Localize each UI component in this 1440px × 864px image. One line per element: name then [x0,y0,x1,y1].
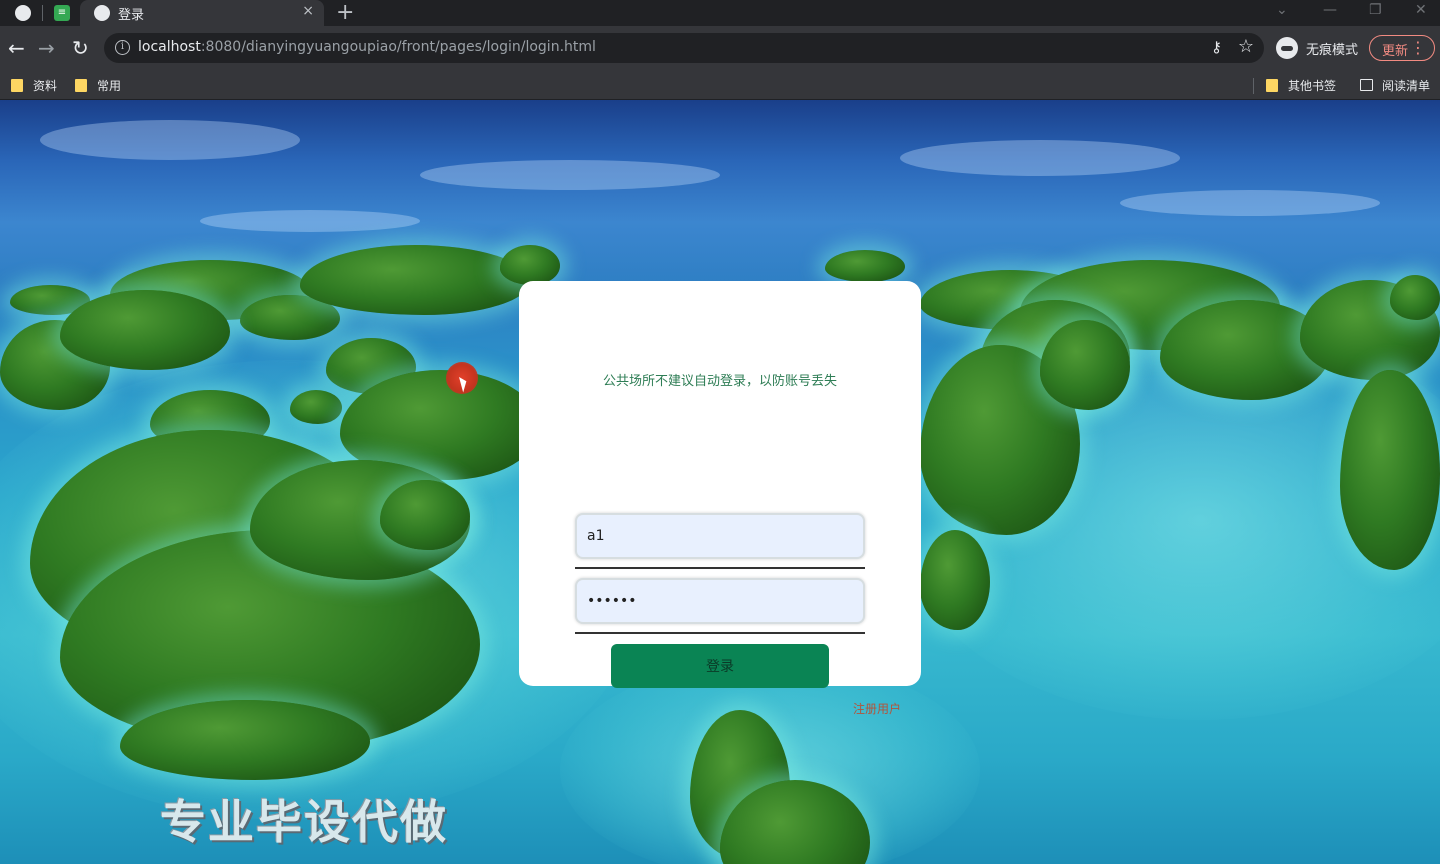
bookmark-label: 阅读清单 [1382,79,1431,93]
tab-title: 登录 [118,8,145,23]
restore-icon[interactable]: ❐ [1369,2,1382,18]
field-underline [575,632,865,634]
login-button[interactable]: 登录 [611,644,829,688]
incognito-label: 无痕模式 [1306,43,1359,58]
url-text[interactable]: localhost:8080/dianyingyuangoupiao/front… [138,39,596,55]
password-input[interactable] [575,578,865,624]
bookmark-label: 资料 [33,79,58,93]
tab-strip: ≡ 登录 × + ⌄ — ❐ ✕ [0,0,1440,26]
field-underline [575,567,865,569]
minimize-icon[interactable]: — [1323,2,1337,18]
login-tip: 公共场所不建议自动登录，以防账号丢失 [602,374,837,389]
back-arrow-icon[interactable]: ← [8,36,25,60]
incognito-icon [1276,37,1298,59]
register-link[interactable]: 注册用户 [853,700,901,717]
background-island [1340,370,1440,570]
background-island [60,290,230,370]
background-island [1040,320,1130,410]
background-cloud [1120,190,1380,216]
background-island [120,700,370,780]
bookmark-divider [1253,78,1254,94]
close-icon[interactable]: × [302,3,314,19]
folder-icon [75,79,87,92]
new-tab-button[interactable]: + [336,0,354,26]
globe-icon [94,5,110,21]
reading-list-icon [1360,79,1373,91]
bookmarks-bar: 资料 常用 其他书签 阅读清单 [0,70,1440,100]
background-island [1390,275,1440,320]
login-page: 专业毕设代做 公共场所不建议自动登录，以防账号丢失 登录 注册用户 [0,100,1440,864]
tab-login[interactable]: 登录 × [80,0,324,26]
background-cloud [900,140,1180,176]
menu-dots-icon[interactable]: ⋮ [1410,38,1426,57]
key-icon[interactable]: ⚷ [1211,38,1222,56]
background-island [920,530,990,630]
toolbar: ← → ↻ i localhost:8080/dianyingyuangoupi… [0,26,1440,70]
background-cloud [200,210,420,232]
login-card: 公共场所不建议自动登录，以防账号丢失 登录 注册用户 [519,281,921,716]
update-label: 更新 [1382,44,1409,59]
background-island [500,245,560,285]
background-cloud [420,160,720,190]
reload-icon[interactable]: ↻ [72,36,89,60]
tab-divider [42,5,43,21]
background-cloud [40,120,300,160]
address-bar[interactable]: i localhost:8080/dianyingyuangoupiao/fro… [104,33,1264,63]
window-close-icon[interactable]: ✕ [1415,2,1427,18]
update-button[interactable]: 更新 ⋮ [1369,35,1435,61]
globe-icon[interactable] [15,5,31,21]
url-host: localhost [138,39,201,55]
watermark-text: 专业毕设代做 [160,795,448,849]
background-island [380,480,470,550]
bookmark-label: 其他书签 [1288,79,1337,93]
url-path: :8080/dianyingyuangoupiao/front/pages/lo… [200,39,596,55]
star-icon[interactable]: ☆ [1238,36,1254,57]
folder-icon [11,79,23,92]
username-input[interactable] [575,513,865,559]
info-icon[interactable]: i [115,40,130,55]
chevron-down-icon[interactable]: ⌄ [1276,2,1288,18]
forward-arrow-icon[interactable]: → [38,36,55,60]
background-island [825,250,905,282]
folder-icon [1266,79,1278,92]
background-island [300,245,530,315]
sheets-app-icon[interactable]: ≡ [54,5,70,21]
background-island [290,390,342,424]
bookmark-label: 常用 [97,79,122,93]
